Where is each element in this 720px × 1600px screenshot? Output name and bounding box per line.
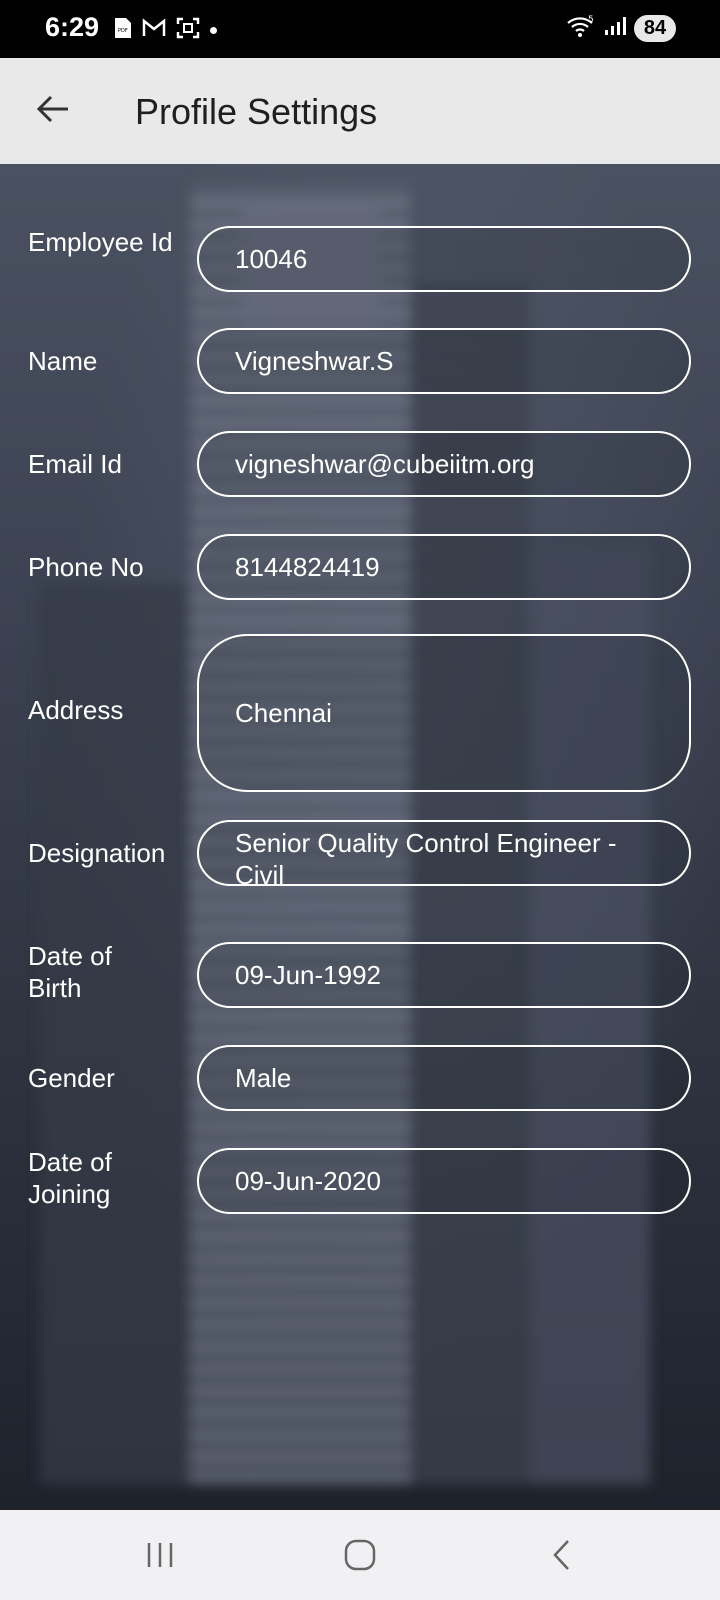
phone-field[interactable]: 8144824419 (197, 534, 691, 600)
chevron-left-icon (553, 1540, 569, 1570)
screenshot-icon (176, 17, 200, 44)
field-label: Date of Birth (28, 941, 112, 1003)
pdf-icon: PDF (114, 17, 132, 44)
field-label: Email Id (28, 449, 122, 479)
recent-apps-button[interactable] (132, 1532, 188, 1578)
arrow-left-icon (36, 95, 68, 123)
app-bar: Profile Settings (0, 58, 720, 164)
employee-id-field[interactable]: 10046 (197, 226, 691, 292)
field-label: Address (28, 695, 124, 725)
navigation-bar (0, 1510, 720, 1600)
designation-field[interactable]: Senior Quality Control Engineer - Civil (197, 820, 691, 886)
dot-icon (210, 27, 217, 34)
email-field[interactable]: vigneshwar@cubeiitm.org (197, 431, 691, 497)
field-label: Gender (28, 1063, 115, 1093)
wifi-icon: 5 (566, 14, 596, 43)
address-field[interactable]: Chennai (197, 634, 691, 792)
notification-icons: PDF (114, 17, 217, 44)
svg-text:5: 5 (588, 15, 594, 25)
name-field[interactable]: Vigneshwar.S (197, 328, 691, 394)
gmail-icon (142, 18, 166, 43)
date-of-joining-field[interactable]: 09-Jun-2020 (197, 1148, 691, 1214)
field-label: Phone No (28, 552, 144, 582)
svg-text:PDF: PDF (118, 28, 128, 34)
gender-field[interactable]: Male (197, 1045, 691, 1111)
field-label: Employee Id (28, 227, 173, 257)
home-icon (344, 1539, 376, 1571)
field-label: Designation (28, 838, 166, 868)
back-button[interactable] (30, 86, 76, 132)
page-title: Profile Settings (135, 91, 378, 132)
system-icons: 5 84 (566, 14, 676, 43)
field-label: Name (28, 346, 98, 376)
home-button[interactable] (332, 1532, 388, 1578)
date-of-birth-field[interactable]: 09-Jun-1992 (197, 942, 691, 1008)
recent-apps-icon (147, 1543, 173, 1567)
field-label: Date of Joining (28, 1147, 112, 1209)
signal-icon (604, 16, 626, 41)
battery-indicator: 84 (634, 15, 676, 42)
profile-form: Employee Id 10046 Name Vigneshwar.S Emai… (0, 164, 720, 1510)
status-bar: 6:29 PDF 5 84 (0, 0, 720, 58)
back-nav-button[interactable] (534, 1532, 590, 1578)
status-time: 6:29 (45, 12, 100, 42)
